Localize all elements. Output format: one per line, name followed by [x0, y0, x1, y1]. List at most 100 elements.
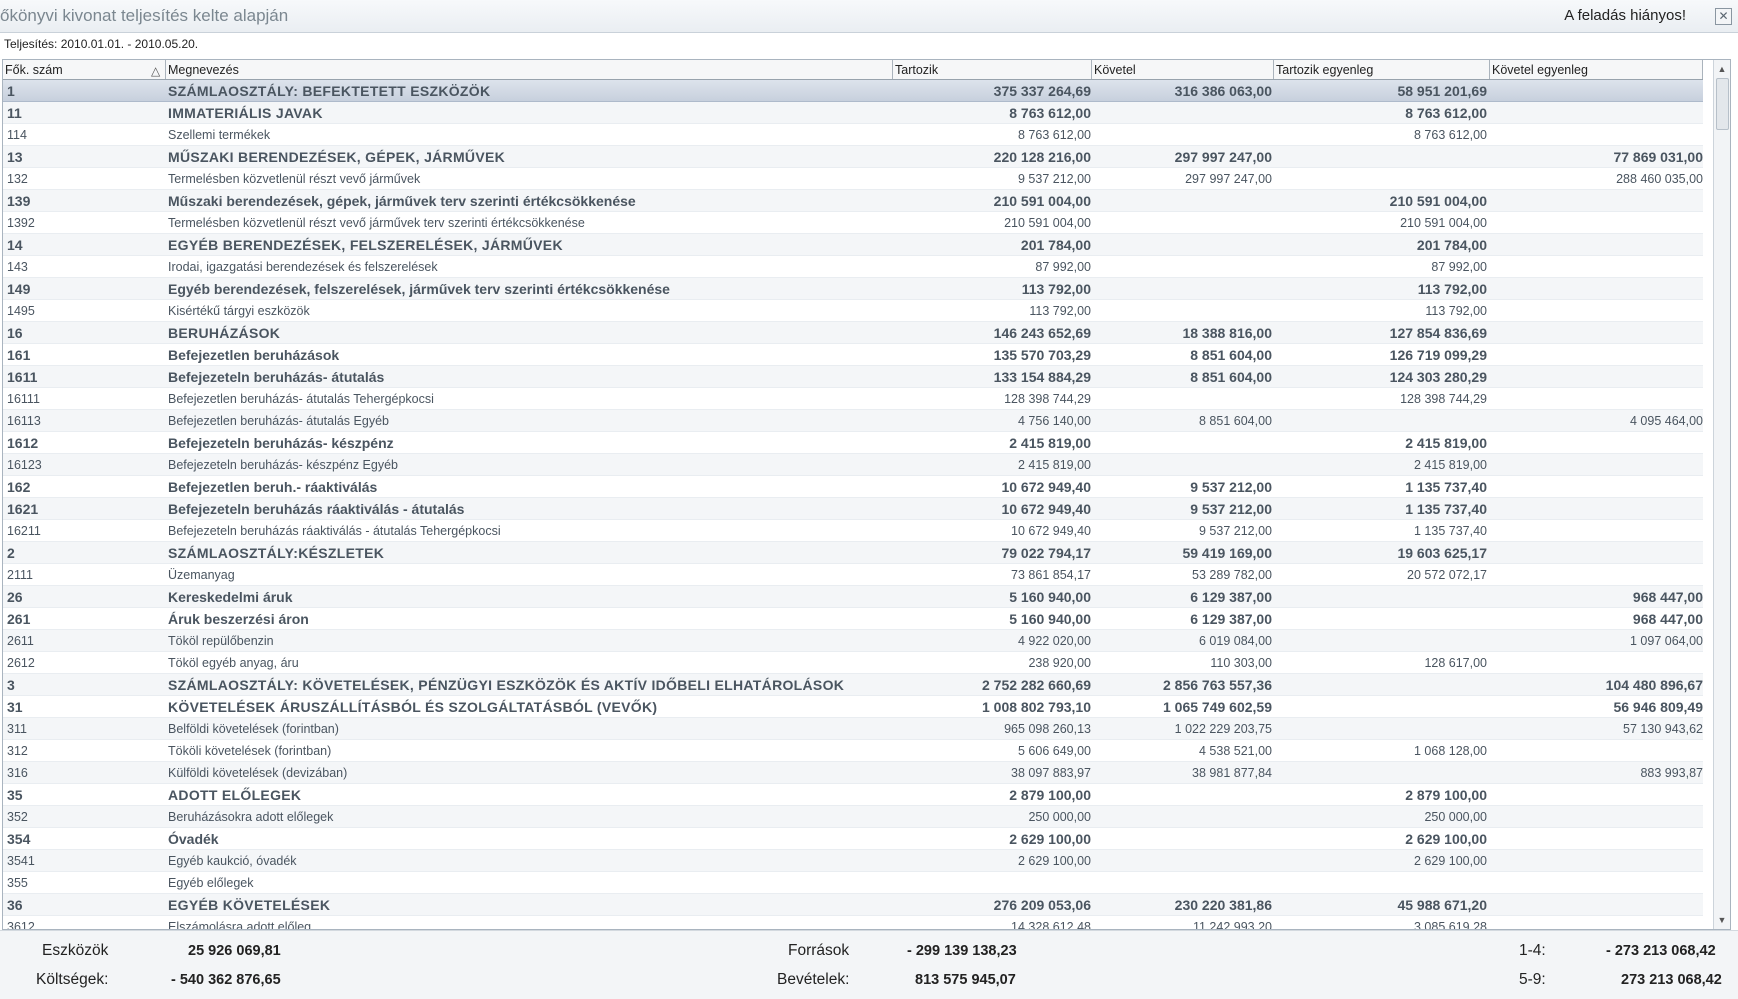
table-row[interactable]: 1 SZÁMLAOSZTÁLY: BEFEKTETETT ESZKÖZÖK 375 … — [3, 80, 1703, 102]
debit-cell: 128 398 744,29 — [1004, 392, 1091, 406]
table-row[interactable]: 354 Óvadék 2 629 100,00 2 629 100,00 — [3, 828, 1703, 850]
column-header-account-number[interactable]: Fők. szám △ — [3, 60, 166, 79]
account-number-cell: 16111 — [7, 392, 40, 406]
account-number-cell: 3541 — [7, 854, 35, 868]
account-number-cell: 355 — [7, 876, 28, 890]
table-row[interactable]: 311 Belföldi követelések (forintban) 965 0… — [3, 718, 1703, 740]
close-icon[interactable]: ✕ — [1715, 8, 1732, 25]
account-number-cell: 1612 — [7, 435, 39, 451]
class-5-9-value: 273 213 068,42 — [1621, 972, 1722, 988]
table-row[interactable]: 13 MŰSZAKI BERENDEZÉSEK, GÉPEK, JÁRMŰVEK 2… — [3, 146, 1703, 168]
account-number-cell: 1 — [7, 83, 15, 99]
table-row[interactable]: 35 ADOTT ELŐLEGEK 2 879 100,00 2 879 100,00 — [3, 784, 1703, 806]
table-row[interactable]: 139 Műszaki berendezések, gépek, járművek… — [3, 190, 1703, 212]
debit-cell: 146 243 652,69 — [993, 325, 1091, 341]
account-number-cell: 161 — [7, 347, 31, 363]
account-name-cell: Irodai, igazgatási berendezések és felsz… — [168, 260, 438, 274]
table-row[interactable]: 114 Szellemi termékek 8 763 612,00 8 763 61… — [3, 124, 1703, 146]
account-number-cell: 143 — [7, 260, 28, 274]
scroll-down-arrow-icon[interactable]: ▼ — [1714, 913, 1730, 927]
class-1-4-value: - 273 213 068,42 — [1606, 943, 1716, 959]
column-label: Fők. szám — [5, 63, 63, 77]
account-name-cell: Egyéb előlegek — [168, 876, 254, 890]
assets-value: 25 926 069,81 — [188, 943, 281, 959]
debit-balance-cell: 124 303 280,29 — [1389, 369, 1487, 385]
account-number-cell: 114 — [7, 128, 27, 142]
column-header-name[interactable]: Megnevezés — [166, 60, 893, 79]
table-row[interactable]: 1392 Termelésben közvetlenül részt vevő j… — [3, 212, 1703, 234]
table-row[interactable]: 1611 Befejezeteln beruházás- átutalás 133 … — [3, 366, 1703, 388]
table-row[interactable]: 16123 Befejezeteln beruházás- készpénz Eg… — [3, 454, 1703, 476]
table-row[interactable]: 143 Irodai, igazgatási berendezések és fe… — [3, 256, 1703, 278]
scrollbar-thumb[interactable] — [1716, 78, 1729, 130]
table-row[interactable]: 162 Befejezetlen beruh.- ráaktiválás 10 67… — [3, 476, 1703, 498]
account-name-cell: Termelésben közvetlenül részt vevő jármű… — [168, 172, 421, 186]
debit-cell: 1 008 802 793,10 — [982, 699, 1091, 715]
column-header-credit-balance[interactable]: Követel egyenleg — [1490, 60, 1703, 79]
credit-cell: 297 997 247,00 — [1174, 149, 1272, 165]
table-row[interactable]: 3612 Elszámolásra adott előleg 14 328 612,… — [3, 916, 1703, 929]
account-name-cell: Kisértékű tárgyi eszközök — [168, 304, 310, 318]
credit-balance-cell: 288 460 035,00 — [1616, 172, 1703, 186]
debit-cell: 210 591 004,00 — [993, 193, 1091, 209]
table-row[interactable]: 1495 Kisértékű tárgyi eszközök 113 792,00 1… — [3, 300, 1703, 322]
table-row[interactable]: 26 Kereskedelmi áruk 5 160 940,00 6 129 387… — [3, 586, 1703, 608]
debit-cell: 375 337 264,69 — [993, 83, 1091, 99]
table-row[interactable]: 1621 Befejezeteln beruházás ráaktiválás -… — [3, 498, 1703, 520]
table-row[interactable]: 14 EGYÉB BERENDEZÉSEK, FELSZERELÉSEK, JÁR… — [3, 234, 1703, 256]
debit-cell: 5 160 940,00 — [1009, 611, 1091, 627]
table-row[interactable]: 16111 Befejezetlen beruházás- átutalás Te… — [3, 388, 1703, 410]
table-row[interactable]: 36 EGYÉB KÖVETELÉSEK 276 209 053,06 230 220… — [3, 894, 1703, 916]
table-row[interactable]: 1612 Befejezeteln beruházás- készpénz 2 41… — [3, 432, 1703, 454]
column-header-credit[interactable]: Követel — [1092, 60, 1274, 79]
table-row[interactable]: 149 Egyéb berendezések, felszerelések, já… — [3, 278, 1703, 300]
credit-cell: 9 537 212,00 — [1190, 479, 1272, 495]
ledger-grid: Fők. szám △ Megnevezés Tartozik Követel … — [2, 59, 1731, 930]
table-row[interactable]: 3541 Egyéb kaukció, óvadék 2 629 100,00 2 6… — [3, 850, 1703, 872]
debit-cell: 276 209 053,06 — [993, 897, 1091, 913]
account-name-cell: Tököl repülőbenzin — [168, 634, 274, 648]
table-row[interactable]: 2612 Tököl egyéb anyag, áru 238 920,00 110 … — [3, 652, 1703, 674]
column-header-debit[interactable]: Tartozik — [893, 60, 1092, 79]
table-row[interactable]: 31 KÖVETELÉSEK ÁRUSZÁLLÍTÁSBÓL ÉS SZOLGÁL… — [3, 696, 1703, 718]
debit-balance-cell: 250 000,00 — [1424, 810, 1487, 824]
debit-balance-cell: 8 763 612,00 — [1414, 128, 1487, 142]
table-row[interactable]: 312 Tököli követelések (forintban) 5 606 6… — [3, 740, 1703, 762]
vertical-scrollbar[interactable]: ▲ ▼ — [1713, 60, 1730, 929]
credit-balance-cell: 104 480 896,67 — [1605, 677, 1703, 693]
table-row[interactable]: 355 Egyéb előlegek — [3, 872, 1703, 894]
debit-balance-cell: 113 792,00 — [1425, 304, 1487, 318]
table-row[interactable]: 2611 Tököl repülőbenzin 4 922 020,00 6 019 … — [3, 630, 1703, 652]
column-header-debit-balance[interactable]: Tartozik egyenleg — [1274, 60, 1490, 79]
table-row[interactable]: 16113 Befejezetlen beruházás- átutalás Eg… — [3, 410, 1703, 432]
scroll-up-arrow-icon[interactable]: ▲ — [1714, 62, 1730, 76]
table-row[interactable]: 2111 Üzemanyag 73 861 854,17 53 289 782,00 2… — [3, 564, 1703, 586]
debit-balance-cell: 87 992,00 — [1431, 260, 1487, 274]
account-number-cell: 354 — [7, 831, 31, 847]
table-row[interactable]: 132 Termelésben közvetlenül részt vevő já… — [3, 168, 1703, 190]
debit-balance-cell: 1 135 737,40 — [1414, 524, 1487, 538]
debit-cell: 210 591 004,00 — [1004, 216, 1091, 230]
account-name-cell: Beruházásokra adott előlegek — [168, 810, 334, 824]
credit-cell: 38 981 877,84 — [1192, 766, 1272, 780]
debit-balance-cell: 8 763 612,00 — [1405, 105, 1487, 121]
credit-cell: 6 129 387,00 — [1190, 611, 1272, 627]
grid-rows: 1 SZÁMLAOSZTÁLY: BEFEKTETETT ESZKÖZÖK 375 … — [3, 80, 1703, 929]
debit-cell: 73 861 854,17 — [1011, 568, 1091, 582]
debit-cell: 2 752 282 660,69 — [982, 677, 1091, 693]
table-row[interactable]: 11 IMMATERIÁLIS JAVAK 8 763 612,00 8 763 61… — [3, 102, 1703, 124]
table-row[interactable]: 16 BERUHÁZÁSOK 146 243 652,69 18 388 816,00… — [3, 322, 1703, 344]
account-name-cell: Termelésben közvetlenül részt vevő jármű… — [168, 216, 585, 230]
credit-balance-cell: 77 869 031,00 — [1613, 149, 1703, 165]
table-row[interactable]: 161 Befejezetlen beruházások 135 570 703,2… — [3, 344, 1703, 366]
account-number-cell: 2611 — [7, 634, 34, 648]
credit-cell: 2 856 763 557,36 — [1163, 677, 1272, 693]
table-row[interactable]: 261 Áruk beszerzési áron 5 160 940,00 6 129… — [3, 608, 1703, 630]
table-row[interactable]: 3 SZÁMLAOSZTÁLY: KÖVETELÉSEK, PÉNZÜGYI ES… — [3, 674, 1703, 696]
table-row[interactable]: 352 Beruházásokra adott előlegek 250 000,0… — [3, 806, 1703, 828]
table-row[interactable]: 316 Külföldi követelések (devizában) 38 09… — [3, 762, 1703, 784]
table-row[interactable]: 16211 Befejezeteln beruházás ráaktiválás … — [3, 520, 1703, 542]
account-name-cell: Üzemanyag — [168, 568, 235, 582]
account-number-cell: 2 — [7, 545, 15, 561]
table-row[interactable]: 2 SZÁMLAOSZTÁLY:KÉSZLETEK 79 022 794,17 59 … — [3, 542, 1703, 564]
